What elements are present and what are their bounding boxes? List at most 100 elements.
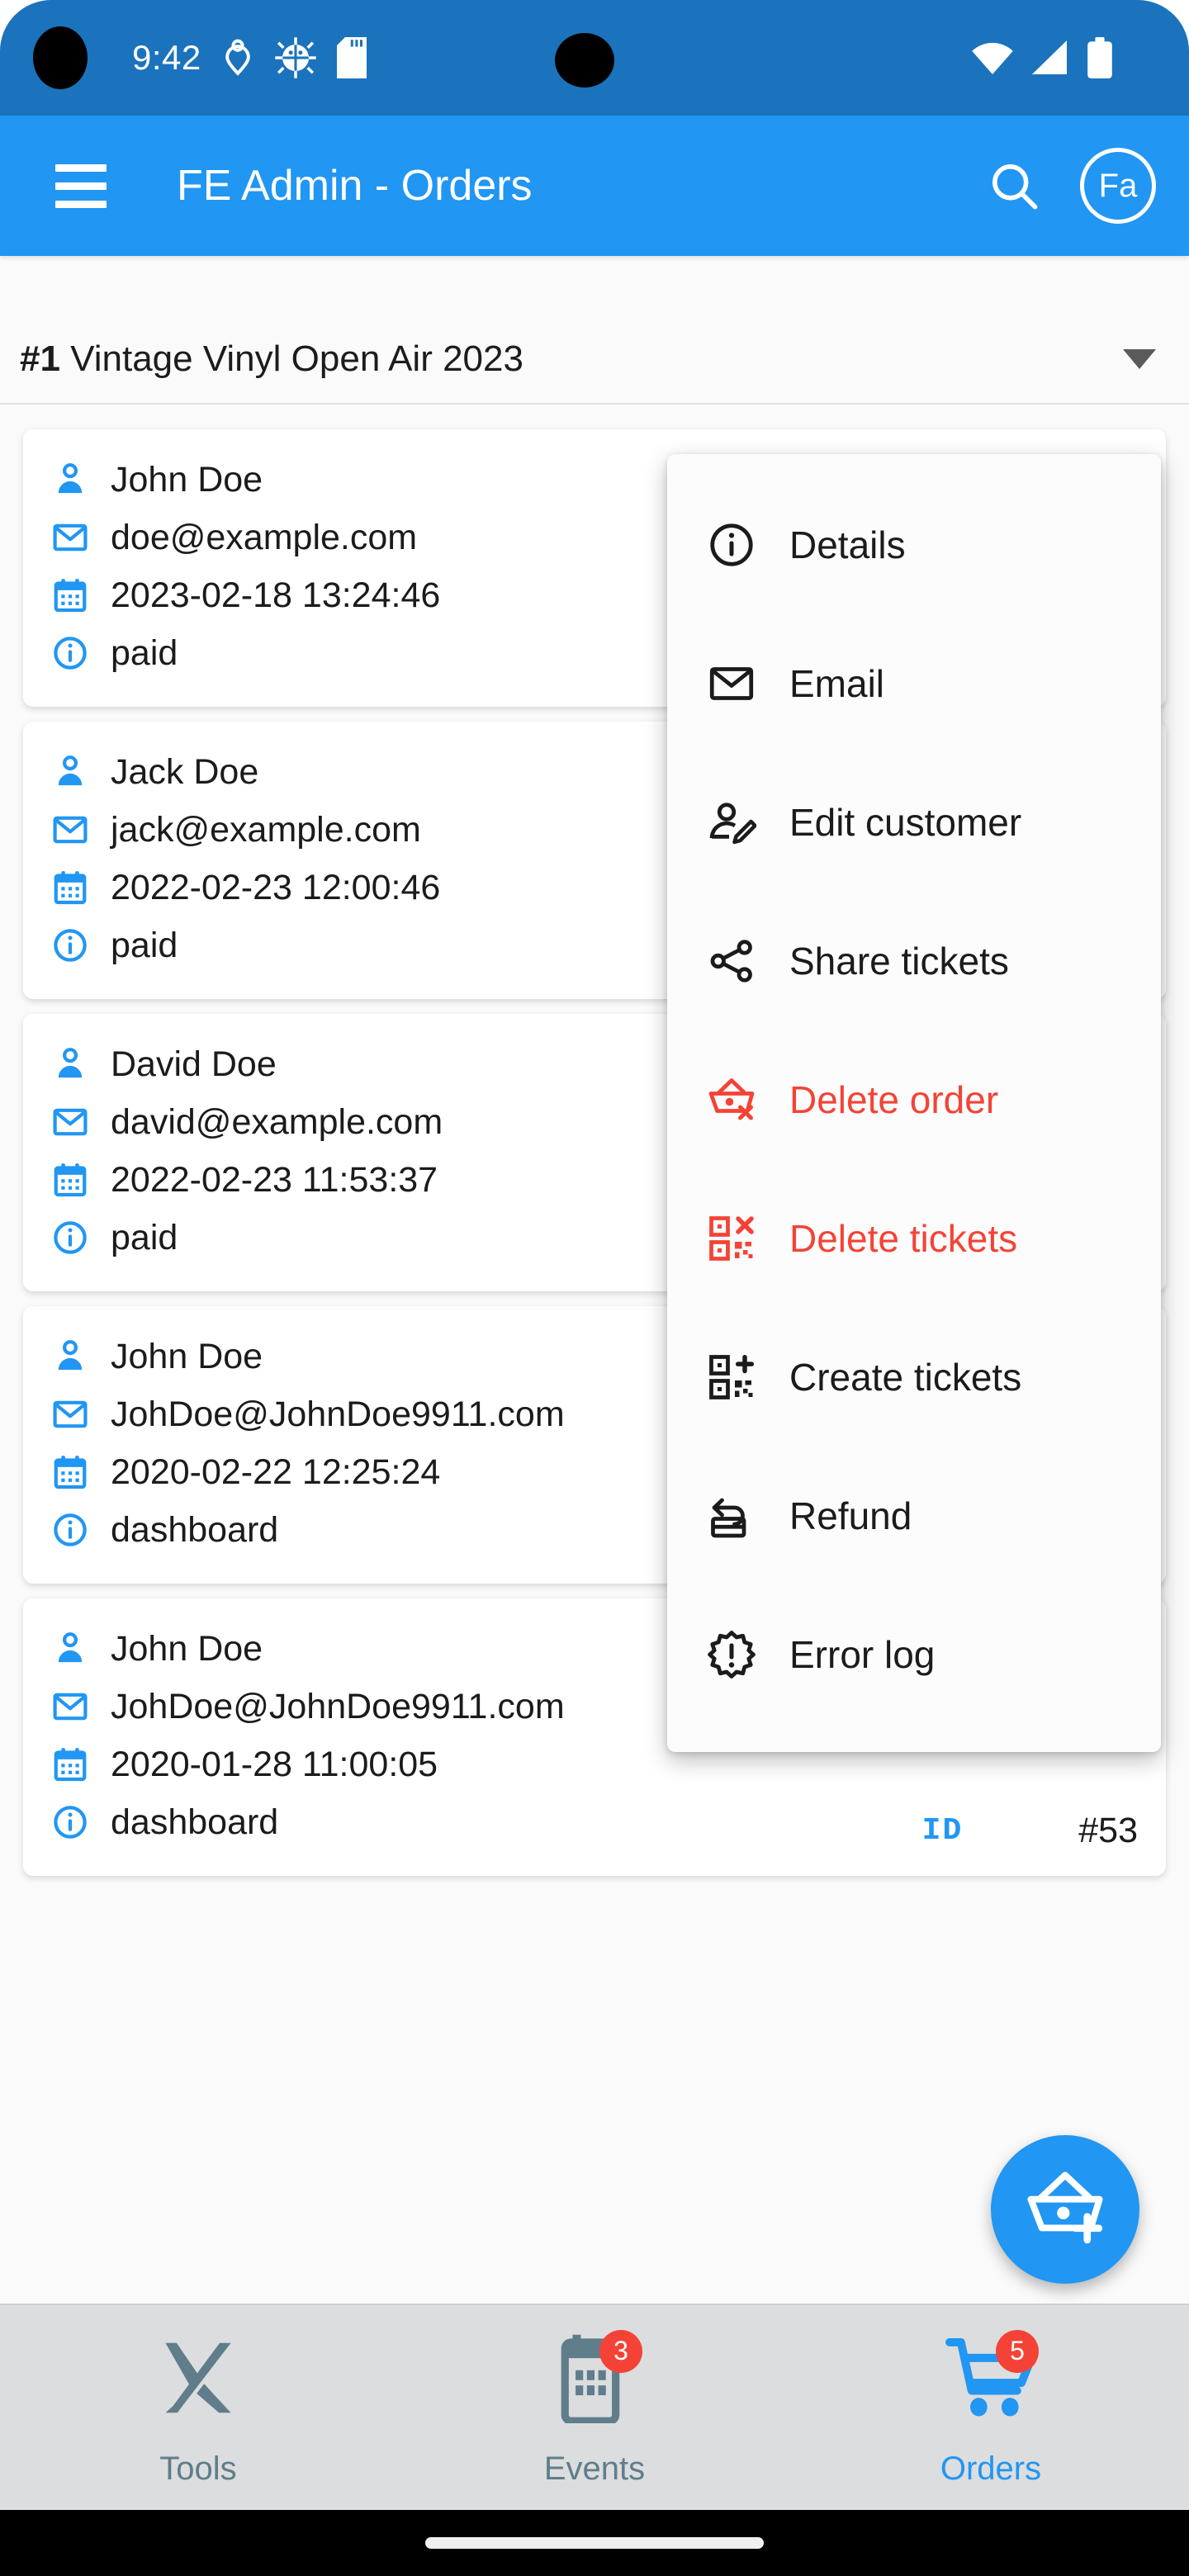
search-icon[interactable] <box>979 151 1049 220</box>
nav-badge: 3 <box>599 2330 642 2373</box>
nav-item-orders[interactable]: 5 Orders <box>793 2305 1189 2510</box>
menu-item-label: Refund <box>789 1494 912 1538</box>
avatar-initials: Fa <box>1099 168 1138 205</box>
menu-item-label: Error log <box>789 1632 935 1677</box>
envelope-icon <box>707 659 756 708</box>
qr-add-icon <box>707 1352 756 1402</box>
menu-item-refund[interactable]: Refund <box>667 1447 1161 1585</box>
info-circle-icon <box>51 926 89 964</box>
hamburger-menu-icon[interactable] <box>46 151 116 220</box>
order-status: dashboard <box>111 1802 278 1843</box>
page-title: FE Admin - Orders <box>177 161 533 211</box>
menu-item-share-tickets[interactable]: Share tickets <box>667 892 1161 1030</box>
order-id-value: #53 <box>1078 1811 1138 1851</box>
card-return-icon <box>707 1491 756 1541</box>
info-circle-icon <box>51 634 89 672</box>
envelope-icon <box>51 1688 89 1726</box>
calendar-icon <box>51 1161 89 1199</box>
menu-item-delete-order[interactable]: Delete order <box>667 1030 1161 1169</box>
tools-icon <box>149 2328 248 2427</box>
info-circle-icon <box>707 520 756 570</box>
app-bar-actions: Fa <box>979 148 1156 224</box>
gesture-pill[interactable] <box>425 2537 764 2549</box>
order-customer-name: John Doe <box>111 460 263 500</box>
info-circle-icon <box>51 1219 89 1257</box>
basket-remove-icon <box>707 1075 756 1125</box>
menu-item-create-tickets[interactable]: Create tickets <box>667 1308 1161 1447</box>
add-order-fab[interactable] <box>991 2135 1139 2284</box>
info-circle-icon <box>51 926 89 964</box>
event-number: #1 <box>20 339 60 379</box>
avatar[interactable]: Fa <box>1080 148 1156 224</box>
order-status: paid <box>111 1218 178 1258</box>
envelope-icon <box>51 1395 89 1433</box>
order-date: 2022-02-23 11:53:37 <box>111 1160 438 1200</box>
qr-remove-icon <box>707 1214 756 1263</box>
info-circle-icon <box>707 520 756 570</box>
nav-item-tools[interactable]: Tools <box>0 2305 396 2510</box>
status-bar-clock: 9:42 <box>132 38 201 78</box>
order-date: 2023-02-18 13:24:46 <box>111 575 440 616</box>
phone-screen: 9:42 <box>0 0 1189 2576</box>
sd-card-icon <box>337 37 367 78</box>
envelope-icon <box>51 519 89 556</box>
event-selector-dropdown[interactable]: #1 Vintage Vinyl Open Air 2023 <box>0 315 1189 405</box>
menu-item-label: Edit customer <box>789 800 1021 845</box>
share-icon <box>707 936 756 986</box>
hamburger-bar-1 <box>55 164 107 172</box>
menu-item-details[interactable]: Details <box>667 476 1161 614</box>
envelope-icon <box>51 1395 89 1433</box>
nav-item-events[interactable]: 3 Events <box>396 2305 793 2510</box>
info-circle-icon <box>51 634 89 672</box>
order-customer-email: JohDoe@JohnDoe9911.com <box>111 1395 565 1435</box>
calendar-icon <box>51 1745 89 1783</box>
person-icon <box>51 1338 89 1376</box>
person-icon <box>51 1630 89 1668</box>
basket-add-icon <box>1026 2171 1104 2248</box>
person-icon <box>51 461 89 499</box>
order-customer-name: John Doe <box>111 1629 263 1669</box>
calendar-icon <box>51 1453 89 1491</box>
calendar-icon <box>51 1745 89 1783</box>
qr-add-icon <box>707 1352 756 1402</box>
order-status: paid <box>111 633 178 674</box>
cellular-signal-icon <box>1030 40 1070 76</box>
calendar-icon <box>51 869 89 907</box>
info-circle-icon <box>51 1803 89 1841</box>
chevron-down-icon[interactable] <box>1123 349 1156 369</box>
qr-remove-icon <box>707 1214 756 1263</box>
info-circle-icon <box>51 1511 89 1549</box>
menu-item-error-log[interactable]: Error log <box>667 1585 1161 1724</box>
debug-bug-icon <box>274 36 317 79</box>
menu-item-label: Delete order <box>789 1077 998 1122</box>
basket-remove-icon <box>707 1075 756 1125</box>
menu-item-email[interactable]: Email <box>667 614 1161 753</box>
alert-burst-icon <box>707 1630 756 1679</box>
alert-burst-icon <box>707 1630 756 1679</box>
envelope-icon <box>707 659 756 708</box>
card-return-icon <box>707 1491 756 1541</box>
menu-item-label: Email <box>789 661 884 706</box>
tools-icon <box>154 2333 243 2422</box>
hamburger-bar-3 <box>55 201 107 208</box>
nav-item-label: Orders <box>940 2451 1041 2488</box>
calendar-icon <box>51 576 89 614</box>
nav-item-label: Events <box>544 2451 645 2488</box>
calendar-icon <box>51 1453 89 1491</box>
order-customer-name: John Doe <box>111 1337 263 1377</box>
menu-item-label: Details <box>789 523 906 567</box>
person-icon <box>51 753 89 791</box>
menu-item-delete-tickets[interactable]: Delete tickets <box>667 1169 1161 1308</box>
envelope-icon <box>51 811 89 849</box>
envelope-icon <box>51 1103 89 1141</box>
info-circle-icon <box>51 1803 89 1841</box>
person-edit-icon <box>707 798 756 847</box>
nav-badge: 5 <box>996 2330 1039 2373</box>
menu-item-edit-customer[interactable]: Edit customer <box>667 753 1161 892</box>
order-customer-name: Jack Doe <box>111 752 258 793</box>
order-date: 2020-01-28 11:00:05 <box>111 1745 438 1785</box>
order-id-label: ID <box>922 1813 964 1849</box>
envelope-icon <box>51 519 89 556</box>
share-icon <box>707 936 756 986</box>
battery-icon <box>1087 37 1113 78</box>
